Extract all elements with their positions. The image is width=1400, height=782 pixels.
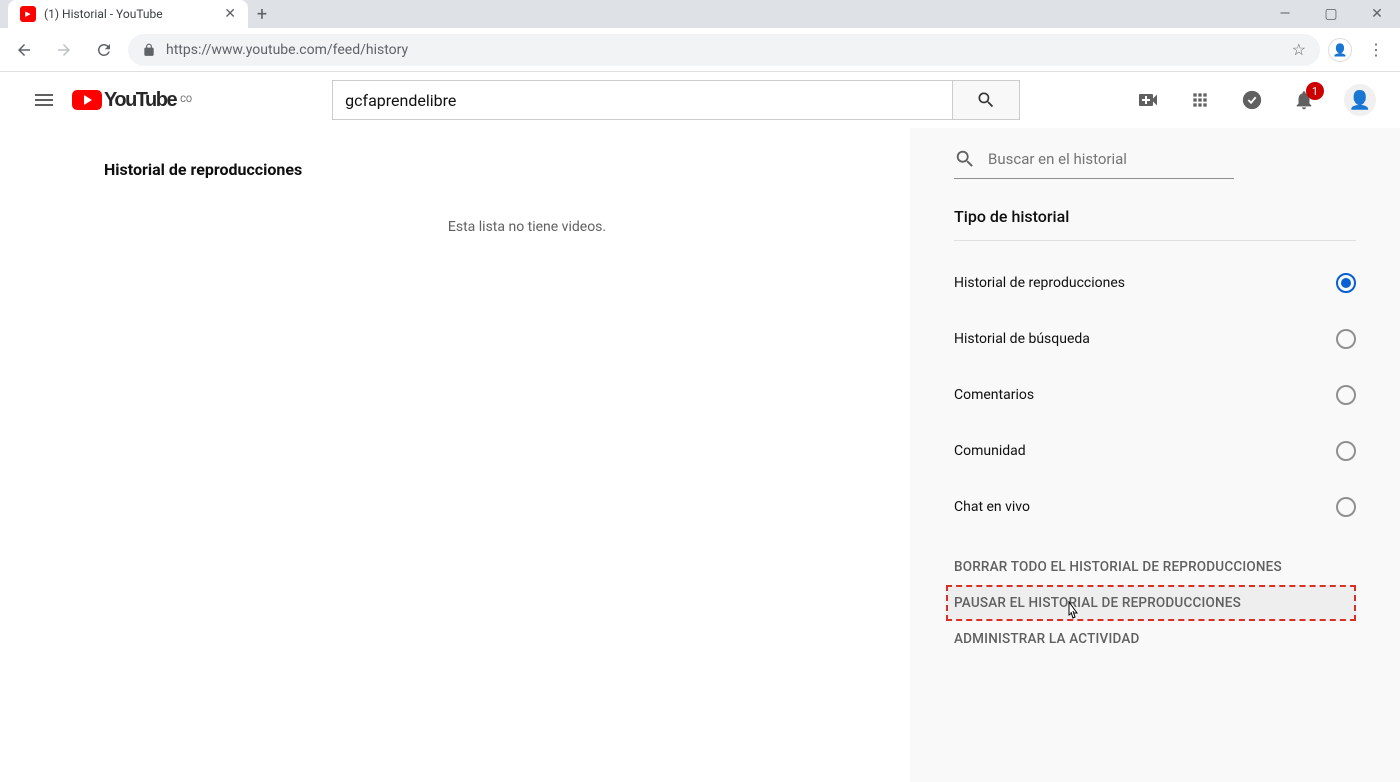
window-controls: — ▢ ✕ (1262, 0, 1400, 28)
url-text: https://www.youtube.com/feed/history (166, 42, 408, 58)
history-option-watch[interactable]: Historial de reproducciones (954, 255, 1356, 311)
account-avatar[interactable]: 👤 (1344, 84, 1376, 116)
manage-activity-button[interactable]: ADMINISTRAR LA ACTIVIDAD (954, 621, 1356, 657)
header-actions: 1 👤 (1136, 84, 1376, 116)
main-column: Historial de reproducciones Esta lista n… (0, 128, 910, 782)
youtube-logo[interactable]: YouTube CO (72, 89, 192, 112)
create-video-button[interactable] (1136, 88, 1160, 112)
close-tab-icon[interactable]: ✕ (224, 6, 236, 22)
youtube-header: YouTube CO 1 👤 (0, 72, 1400, 128)
maximize-button[interactable]: ▢ (1308, 0, 1354, 28)
option-label: Comunidad (954, 443, 1026, 459)
address-bar: https://www.youtube.com/feed/history ☆ 👤… (0, 28, 1400, 72)
back-button[interactable] (8, 34, 40, 66)
tab-title: (1) Historial - YouTube (44, 7, 163, 21)
divider (954, 240, 1356, 241)
notifications-button[interactable]: 1 (1292, 88, 1316, 112)
search-button[interactable] (952, 80, 1020, 120)
radio-icon (1336, 441, 1356, 461)
history-option-search[interactable]: Historial de búsqueda (954, 311, 1356, 367)
youtube-country-code: CO (180, 95, 192, 105)
content-area: Historial de reproducciones Esta lista n… (0, 128, 1400, 782)
browser-tab[interactable]: (1) Historial - YouTube ✕ (8, 0, 248, 28)
radio-icon (1336, 497, 1356, 517)
history-type-title: Tipo de historial (954, 207, 1356, 226)
pause-history-button[interactable]: PAUSAR EL HISTORIAL DE REPRODUCCIONES (946, 585, 1356, 621)
messages-button[interactable] (1240, 88, 1264, 112)
youtube-logo-text: YouTube (104, 89, 176, 112)
pause-history-label: PAUSAR EL HISTORIAL DE REPRODUCCIONES (954, 595, 1241, 611)
url-box[interactable]: https://www.youtube.com/feed/history ☆ (128, 34, 1320, 66)
bookmark-star-icon[interactable]: ☆ (1292, 40, 1306, 59)
profile-avatar-small[interactable]: 👤 (1328, 38, 1352, 62)
history-option-comments[interactable]: Comentarios (954, 367, 1356, 423)
search-input[interactable] (332, 80, 952, 120)
page-title: Historial de reproducciones (104, 160, 870, 179)
notification-badge: 1 (1306, 82, 1324, 100)
cursor-icon (1064, 601, 1080, 621)
new-tab-button[interactable]: + (248, 0, 276, 28)
youtube-logo-icon (72, 90, 102, 110)
apps-button[interactable] (1188, 88, 1212, 112)
youtube-favicon (20, 6, 36, 22)
option-label: Comentarios (954, 387, 1034, 403)
history-search[interactable] (954, 148, 1234, 179)
lock-icon (142, 43, 156, 57)
browser-chrome: (1) Historial - YouTube ✕ + — ▢ ✕ https:… (0, 0, 1400, 72)
browser-menu-button[interactable]: ⋮ (1360, 40, 1392, 59)
hamburger-menu-button[interactable] (24, 80, 64, 120)
clear-history-button[interactable]: BORRAR TODO EL HISTORIAL DE REPRODUCCION… (954, 549, 1356, 585)
search-form (332, 80, 1020, 120)
option-label: Historial de reproducciones (954, 275, 1125, 291)
tab-strip: (1) Historial - YouTube ✕ + — ▢ ✕ (0, 0, 1400, 28)
radio-icon (1336, 385, 1356, 405)
history-option-livechat[interactable]: Chat en vivo (954, 479, 1356, 535)
history-search-input[interactable] (988, 150, 1234, 168)
reload-button[interactable] (88, 34, 120, 66)
radio-icon (1336, 329, 1356, 349)
close-window-button[interactable]: ✕ (1354, 0, 1400, 28)
empty-list-message: Esta lista no tiene videos. (184, 219, 870, 235)
forward-button[interactable] (48, 34, 80, 66)
history-option-community[interactable]: Comunidad (954, 423, 1356, 479)
option-label: Chat en vivo (954, 499, 1030, 515)
history-sidebar: Tipo de historial Historial de reproducc… (910, 128, 1400, 782)
radio-checked-icon (1336, 273, 1356, 293)
minimize-button[interactable]: — (1262, 0, 1308, 28)
search-icon (954, 148, 976, 170)
option-label: Historial de búsqueda (954, 331, 1090, 347)
